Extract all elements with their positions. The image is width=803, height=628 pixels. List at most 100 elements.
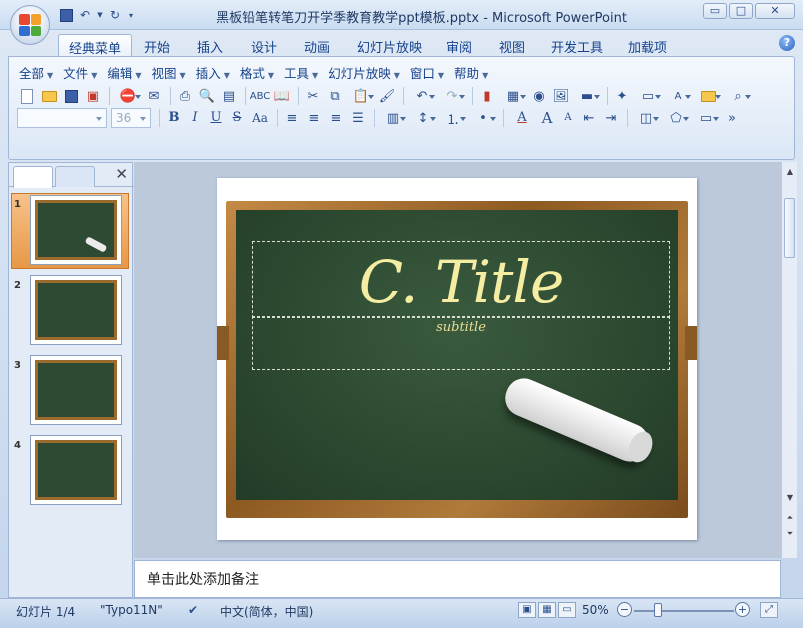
menu-slideshow[interactable]: 幻灯片放映 ▼ <box>328 63 400 81</box>
tab-review[interactable]: 审阅 <box>436 34 482 56</box>
zoom-level[interactable]: 50% <box>582 603 609 617</box>
slide-design-icon[interactable]: ▭ <box>634 86 662 106</box>
tab-slideshow[interactable]: 幻灯片放映 <box>347 34 432 56</box>
scroll-up-icon[interactable]: ▲ <box>783 164 797 180</box>
find-icon[interactable]: ⌕ <box>724 86 752 106</box>
close-button[interactable]: ✕ <box>755 3 795 19</box>
copy-icon[interactable]: ⧉ <box>325 86 345 106</box>
menu-edit[interactable]: 编辑 ▼ <box>107 63 141 81</box>
decrease-indent-icon[interactable]: ⇤ <box>579 108 599 128</box>
vertical-scrollbar[interactable]: ▲ ▼ ⏶ ⏷ <box>781 162 797 558</box>
line-spacing-icon[interactable]: ↕ <box>409 108 437 128</box>
tab-view[interactable]: 视图 <box>489 34 535 56</box>
permission-icon[interactable]: ⛔ <box>114 86 142 106</box>
justify-icon[interactable]: ☰ <box>348 108 368 128</box>
research-icon[interactable]: 📖 <box>272 86 292 106</box>
print-icon[interactable]: ⎙ <box>175 86 195 106</box>
undo-icon[interactable]: ↶ <box>408 86 436 106</box>
cut-icon[interactable]: ✂ <box>303 86 323 106</box>
menu-window[interactable]: 窗口 ▼ <box>410 63 444 81</box>
color-grayscale-icon[interactable]: ▬ <box>573 86 601 106</box>
current-slide[interactable]: C. Title subtitle <box>217 178 697 540</box>
slide-thumbnail-3[interactable] <box>31 356 121 424</box>
align-left-icon[interactable]: ≡ <box>282 108 302 128</box>
zoom-out-icon[interactable]: − <box>617 602 632 617</box>
menu-file[interactable]: 文件 ▼ <box>63 63 97 81</box>
arrange-icon[interactable]: ◫ <box>632 108 660 128</box>
fit-to-window-icon[interactable]: ⤢ <box>760 602 778 618</box>
format-painter-icon[interactable]: 🖌 <box>377 86 397 106</box>
menu-help[interactable]: 帮助 ▼ <box>454 63 488 81</box>
slide-thumbnail-2[interactable] <box>31 276 121 344</box>
slide-thumbnail-4[interactable] <box>31 436 121 504</box>
tab-slides[interactable] <box>13 166 53 188</box>
minimize-button[interactable]: ▭ <box>703 3 727 19</box>
open-folder-icon[interactable] <box>39 86 59 106</box>
align-center-icon[interactable]: ≡ <box>304 108 324 128</box>
tab-developer[interactable]: 开发工具 <box>541 34 613 56</box>
paste-icon[interactable]: 📋 <box>347 86 375 106</box>
tab-design[interactable]: 设计 <box>241 34 287 56</box>
menu-all[interactable]: 全部 ▼ <box>19 63 53 81</box>
tab-classic-menu[interactable]: 经典菜单 <box>58 34 133 57</box>
zoom-slider[interactable] <box>634 610 734 612</box>
menu-tools[interactable]: 工具 ▼ <box>284 63 318 81</box>
insert-chart-icon[interactable]: ▮ <box>477 86 497 106</box>
bullets-icon[interactable]: • <box>469 108 497 128</box>
previous-slide-icon[interactable]: ⏶ <box>783 510 797 526</box>
subtitle-placeholder[interactable]: subtitle <box>252 316 670 370</box>
font-size-combo[interactable]: 36 <box>111 108 151 128</box>
folder-icon[interactable] <box>694 86 722 106</box>
close-pane-icon[interactable]: ✕ <box>115 165 128 183</box>
help-icon[interactable]: ? <box>779 35 795 51</box>
slide-sorter-icon[interactable]: ▦ <box>538 602 556 618</box>
strikethrough-button[interactable]: S <box>227 108 247 128</box>
align-right-icon[interactable]: ≡ <box>326 108 346 128</box>
slide-layout-icon[interactable]: ▤ <box>219 86 239 106</box>
zoom-slider-knob[interactable] <box>654 603 662 617</box>
slide-thumbnail-1[interactable] <box>31 196 121 264</box>
font-color-button[interactable]: A <box>508 108 536 128</box>
increase-indent-icon[interactable]: ⇥ <box>601 108 621 128</box>
clip-art-icon[interactable]: ◉ <box>529 86 549 106</box>
menu-view[interactable]: 视图 ▼ <box>152 63 186 81</box>
grow-font-button[interactable]: A <box>537 108 557 128</box>
text-box-icon[interactable]: A <box>664 86 692 106</box>
email-icon[interactable]: ✉ <box>144 86 164 106</box>
columns-icon[interactable]: ▥ <box>379 108 407 128</box>
spell-check-icon[interactable]: ✔ <box>188 603 198 617</box>
slideshow-view-icon[interactable]: ▭ <box>558 602 576 618</box>
tab-insert[interactable]: 插入 <box>187 34 233 56</box>
next-slide-icon[interactable]: ⏷ <box>783 526 797 542</box>
save-icon[interactable] <box>61 86 81 106</box>
notes-pane[interactable]: 单击此处添加备注 <box>134 560 781 598</box>
office-button[interactable] <box>10 5 50 45</box>
normal-view-icon[interactable]: ▣ <box>518 602 536 618</box>
zoom-in-icon[interactable]: + <box>735 602 750 617</box>
insert-table-icon[interactable]: ▦ <box>499 86 527 106</box>
change-case-button[interactable]: Aa <box>248 108 272 128</box>
print-preview-icon[interactable]: 🔍 <box>197 86 217 106</box>
save-as-icon[interactable]: ▣ <box>83 86 103 106</box>
menu-format[interactable]: 格式 ▼ <box>240 63 274 81</box>
underline-button[interactable]: U <box>206 108 226 128</box>
italic-button[interactable]: I <box>185 108 205 128</box>
title-placeholder[interactable]: C. Title <box>252 241 670 318</box>
more-icon[interactable]: » <box>722 108 742 128</box>
numbering-icon[interactable]: ⒈ <box>439 108 467 128</box>
spelling-icon[interactable]: ABC <box>250 86 271 106</box>
redo-icon[interactable]: ↷ <box>438 86 466 106</box>
scroll-down-icon[interactable]: ▼ <box>783 490 797 506</box>
maximize-button[interactable]: □ <box>729 3 753 19</box>
scroll-thumb[interactable] <box>784 198 795 258</box>
menu-insert[interactable]: 插入 ▼ <box>196 63 230 81</box>
font-name-combo[interactable] <box>17 108 107 128</box>
language-indicator[interactable]: 中文(简体，中国) <box>220 603 313 620</box>
new-slide-icon[interactable]: ✦ <box>612 86 632 106</box>
new-document-icon[interactable] <box>17 86 37 106</box>
bold-button[interactable]: B <box>164 108 184 128</box>
tab-home[interactable]: 开始 <box>134 34 180 56</box>
tab-addins[interactable]: 加载项 <box>618 34 677 56</box>
tab-outline[interactable] <box>55 166 95 187</box>
insert-picture-icon[interactable]: 🖼 <box>551 86 571 106</box>
